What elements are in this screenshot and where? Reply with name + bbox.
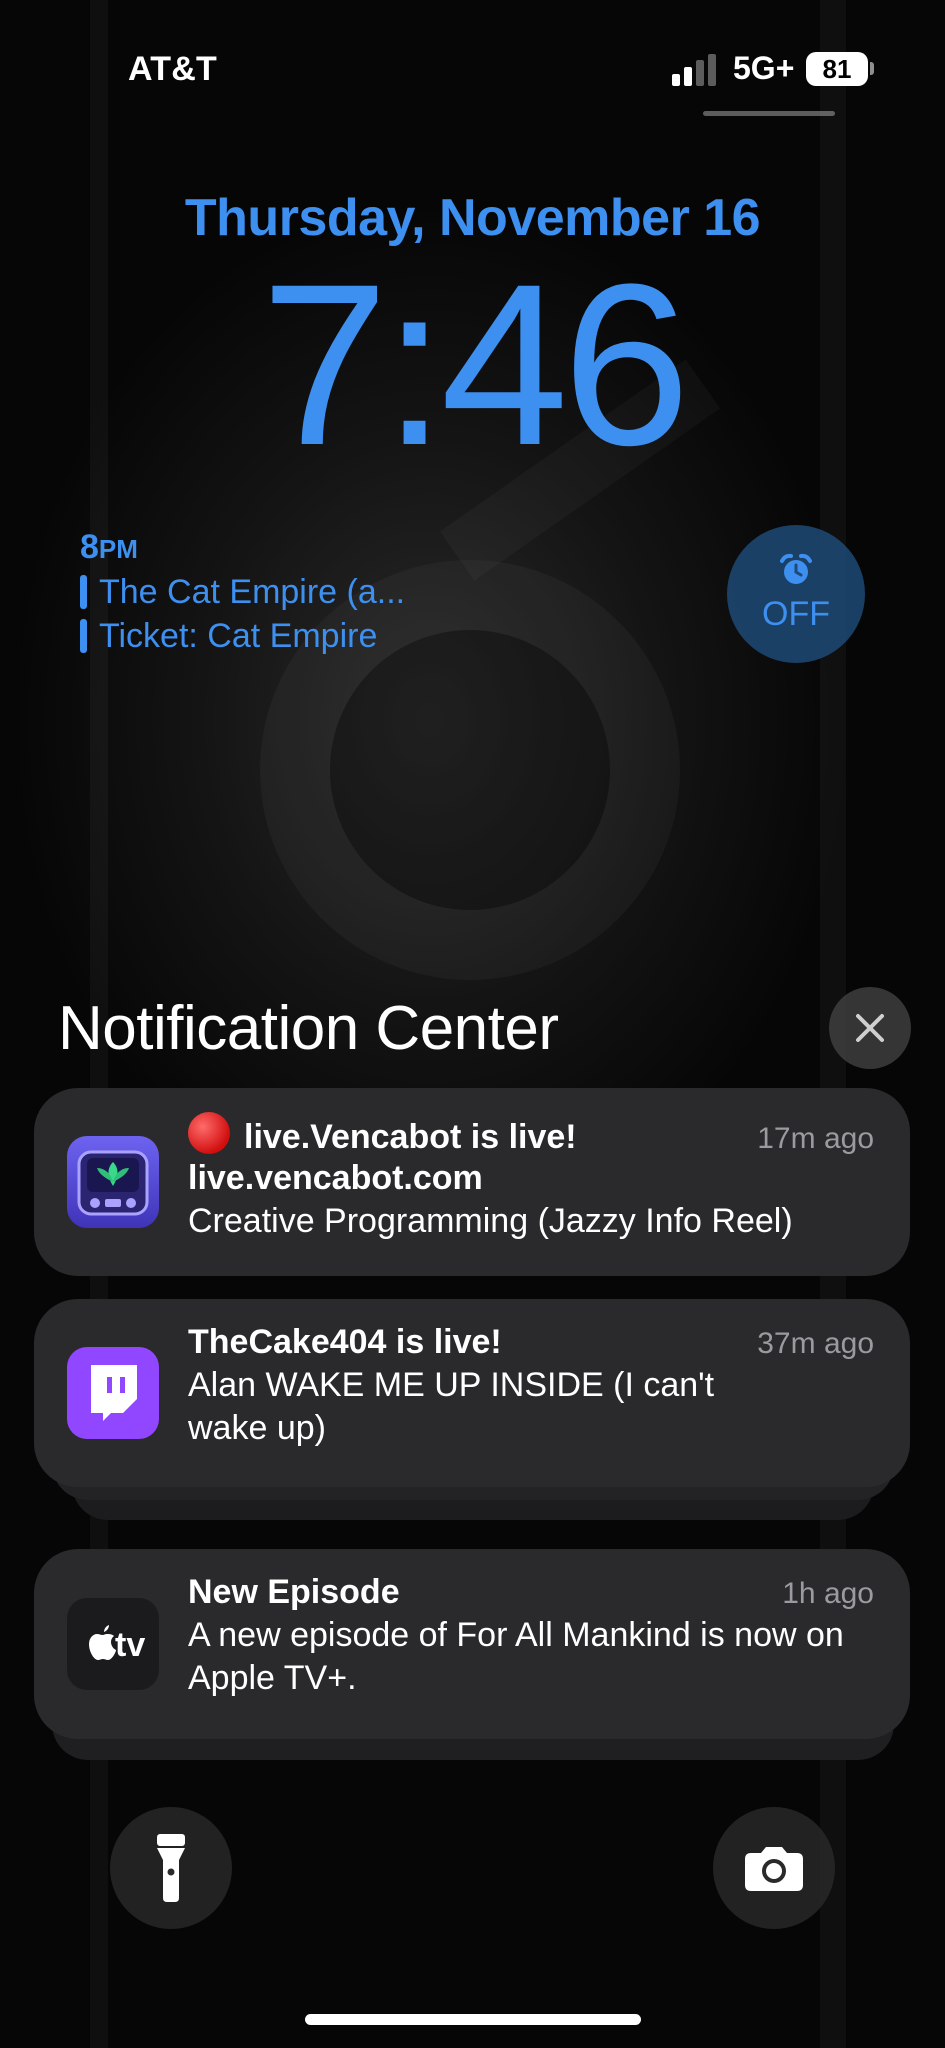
status-pill — [703, 111, 835, 116]
carrier-label: AT&T — [128, 50, 217, 88]
notification-text: A new episode of For All Mankind is now … — [188, 1616, 844, 1697]
lockscreen-time: 7:46 — [260, 236, 691, 493]
notification-center-close-button[interactable] — [829, 987, 911, 1069]
alarm-clock-icon — [780, 553, 812, 584]
notification-title: live.Vencabot is live! — [188, 1112, 577, 1157]
notification-card[interactable]: tv New Episode 1h ago A new episode of F… — [34, 1549, 910, 1739]
network-label: 5G+ — [733, 50, 795, 86]
live-vencabot-tv-icon — [67, 1136, 159, 1228]
battery-tip — [870, 62, 874, 75]
home-indicator[interactable] — [305, 2014, 641, 2025]
notification-title: New Episode — [188, 1573, 400, 1611]
notification-subtitle: live.vencabot.com — [188, 1159, 483, 1197]
notification-body: TheCake404 is live! 37m ago Alan WAKE ME… — [188, 1323, 888, 1450]
notification-time: 1h ago — [782, 1577, 874, 1610]
calendar-event: The Cat Empire (a... — [80, 573, 500, 611]
notification-title: TheCake404 is live! — [188, 1323, 502, 1361]
calendar-widget[interactable]: 8PM The Cat Empire (a... Ticket: Cat Emp… — [80, 528, 500, 655]
status-bar: AT&T 5G+ 81 — [0, 0, 945, 140]
notification-title-text: live.Vencabot is live! — [244, 1118, 577, 1156]
red-circle-icon — [188, 1112, 230, 1154]
alarm-status-label: OFF — [762, 595, 830, 633]
notification-text: Creative Programming (Jazzy Info Reel) — [188, 1202, 793, 1240]
calendar-event-bar — [80, 575, 87, 609]
notification-time: 37m ago — [757, 1327, 874, 1360]
battery-icon: 81 — [806, 52, 868, 86]
apple-tv-icon: tv — [67, 1598, 159, 1690]
camera-button[interactable] — [713, 1807, 835, 1929]
calendar-widget-time-suffix: PM — [98, 534, 138, 564]
calendar-widget-time: 8PM — [80, 528, 500, 567]
calendar-event-title: Ticket: Cat Empire — [99, 616, 378, 655]
twitch-icon — [67, 1347, 159, 1439]
notification-text: Alan WAKE ME UP INSIDE (I can't wake up) — [188, 1366, 715, 1447]
alarm-widget[interactable]: OFF — [727, 525, 865, 663]
notification-body: New Episode 1h ago A new episode of For … — [188, 1573, 888, 1700]
notification-card[interactable]: TheCake404 is live! 37m ago Alan WAKE ME… — [34, 1299, 910, 1487]
calendar-event-bar — [80, 619, 87, 653]
calendar-event: Ticket: Cat Empire — [80, 617, 500, 655]
camera-icon — [745, 1847, 803, 1891]
flashlight-icon — [157, 1834, 185, 1902]
calendar-event-title: The Cat Empire (a... — [99, 572, 406, 611]
apple-tv-icon-label: tv — [115, 1626, 146, 1664]
notification-time: 17m ago — [757, 1122, 874, 1155]
calendar-widget-hour: 8 — [80, 528, 99, 566]
signal-bars-icon — [672, 54, 716, 86]
close-icon — [856, 1014, 884, 1042]
notification-center-title: Notification Center — [58, 994, 559, 1063]
notification-body: live.Vencabot is live! 17m ago live.venc… — [188, 1112, 888, 1243]
flashlight-button[interactable] — [110, 1807, 232, 1929]
notification-card[interactable]: live.Vencabot is live! 17m ago live.venc… — [34, 1088, 910, 1276]
